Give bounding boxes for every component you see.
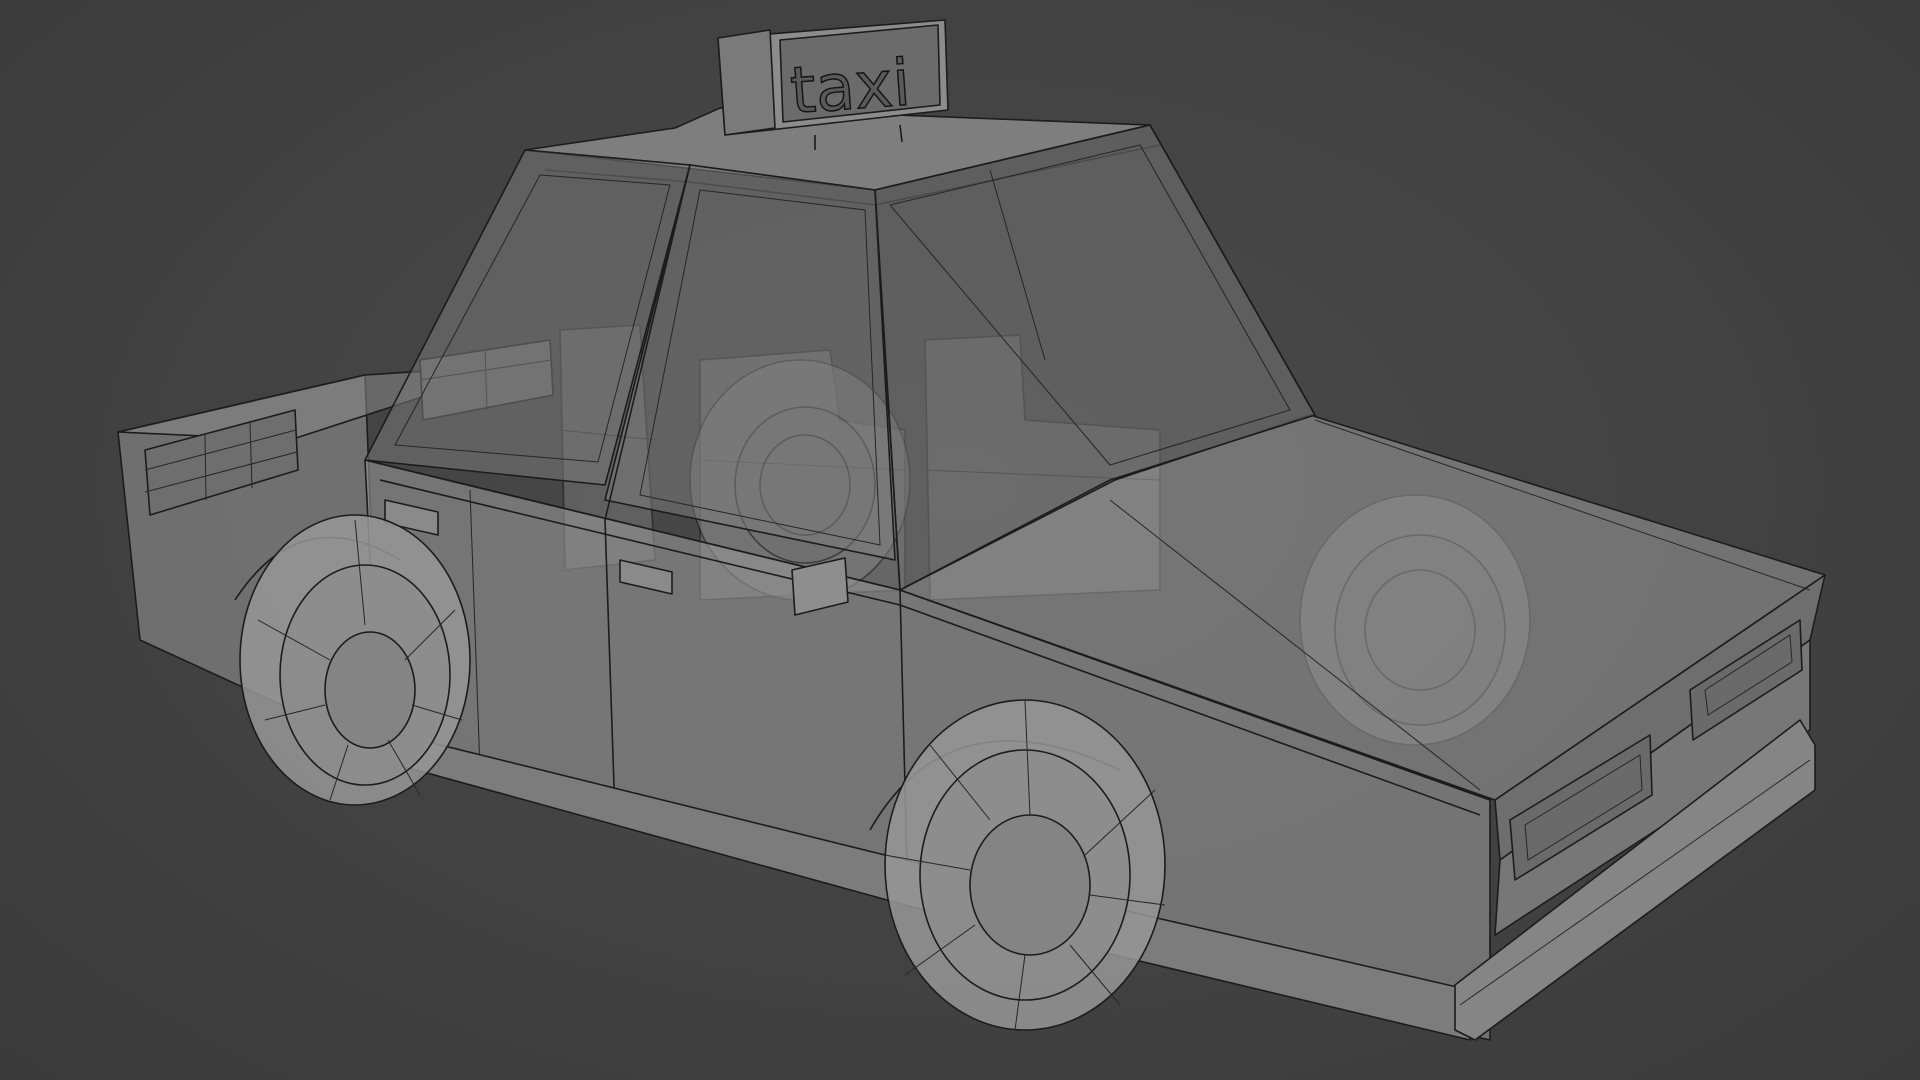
- wheel-front-right: [884, 699, 1166, 1031]
- wheel-rear-right: [239, 514, 471, 806]
- taxi-model-wireframe[interactable]: taxi: [0, 0, 1920, 1080]
- taxi-sign-text: taxi: [788, 47, 913, 129]
- 3d-viewport[interactable]: taxi: [0, 0, 1920, 1080]
